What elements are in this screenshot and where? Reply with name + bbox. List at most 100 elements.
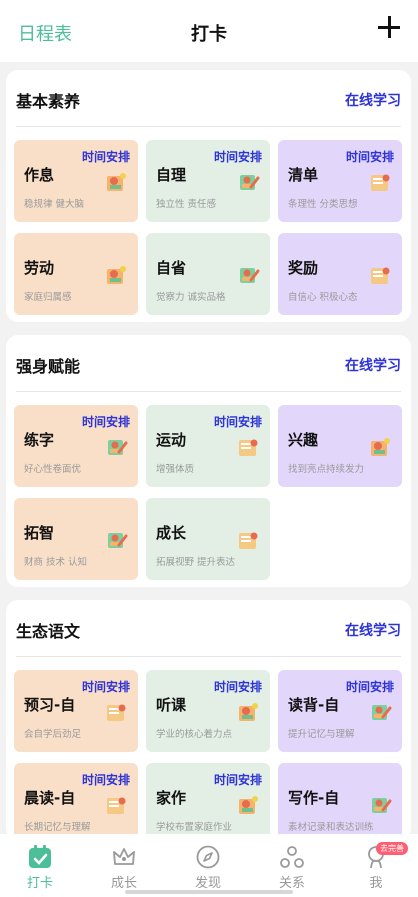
card-title: 劳动 — [24, 259, 55, 277]
online-learning-link[interactable]: 在线学习 — [345, 90, 401, 110]
habit-card[interactable]: 时间安排 听课 学业的核心着力点 — [146, 670, 270, 752]
schedule-tag[interactable]: 时间安排 — [214, 148, 262, 165]
schedule-tag[interactable]: 时间安排 — [214, 771, 262, 788]
card-description: 会自学后劲足 — [24, 729, 82, 740]
section-header: 生态语文 在线学习 — [6, 600, 411, 657]
card-title: 兴趣 — [288, 431, 319, 449]
tab-2[interactable]: 发现 — [178, 834, 238, 897]
tab-1[interactable]: 成长 — [94, 834, 154, 897]
home-indicator — [125, 890, 293, 894]
complete-profile-badge: 去完善 — [376, 842, 408, 855]
avatar-calendar-icon — [104, 263, 128, 287]
card-title: 奖励 — [288, 259, 319, 277]
section-title: 生态语文 — [16, 622, 81, 641]
tab-label: 关系 — [278, 876, 305, 891]
pencil-note-icon — [236, 170, 260, 194]
schedule-tag[interactable]: 时间安排 — [346, 148, 394, 165]
crown-icon — [111, 844, 137, 870]
tab-0[interactable]: 打卡 — [10, 834, 70, 897]
habit-card[interactable]: 时间安排 晨读-自长期记忆与理解 — [14, 763, 138, 845]
habit-card[interactable]: 拓智财商 技术 认知 — [14, 498, 138, 580]
habit-card[interactable]: 时间安排 读背-自提升记忆与理解 — [278, 670, 402, 752]
habit-card[interactable]: 劳动 家庭归属感 — [14, 233, 138, 315]
schedule-tag[interactable]: 时间安排 — [214, 678, 262, 695]
card-description: 增强体质 — [156, 464, 195, 475]
habit-card[interactable]: 兴趣找到亮点持续发力 — [278, 405, 402, 487]
card-description: 财商 技术 认知 — [24, 557, 88, 568]
section-body-empowerment: 强身赋能 在线学习 时间安排 练字 好心性卷面优 时间安排 运动 增强体质 兴趣 找到亮点持续… — [6, 335, 411, 587]
bottom-tab-bar: 打卡 成长 发现 关系 我 去完善 — [0, 834, 418, 897]
habit-card[interactable]: 时间安排 作息 稳规律 健大脑 — [14, 140, 138, 222]
card-description: 提升记忆与理解 — [288, 729, 355, 740]
card-title: 拓智 — [24, 524, 55, 542]
habit-card[interactable]: 自省觉察力 诚实品格 — [146, 233, 270, 315]
card-title: 清单 — [288, 166, 319, 184]
calendar-check-icon — [27, 844, 53, 870]
schedule-tag[interactable]: 时间安排 — [82, 678, 130, 695]
habit-card[interactable]: 时间安排运动增强体质 — [146, 405, 270, 487]
habit-card[interactable]: 时间安排 预习-自会自学后劲足 — [14, 670, 138, 752]
section-basic-literacy: 基本素养 在线学习 时间安排 作息 稳规律 健大脑 时间安排 自理 独立性 责任感 时间安排… — [6, 70, 411, 322]
pencil-note-icon — [236, 263, 260, 287]
card-description: 学校布置家庭作业 — [156, 822, 233, 833]
section-title: 基本素养 — [16, 92, 81, 111]
tab-label: 我 — [369, 876, 383, 891]
card-title: 成长 — [156, 524, 187, 542]
pencil-note-icon — [236, 700, 260, 724]
tab-label: 成长 — [110, 876, 137, 891]
avatar-calendar-icon — [104, 435, 128, 459]
avatar-calendar-icon — [104, 528, 128, 552]
card-description: 条理性 分类思想 — [288, 199, 358, 210]
avatar-calendar-icon — [104, 700, 128, 724]
top-nav-bar: 日程表 打卡 — [0, 0, 418, 62]
plus-icon[interactable] — [376, 14, 402, 40]
card-title: 读背-自 — [288, 696, 340, 714]
habit-card[interactable]: 时间安排 练字 好心性卷面优 — [14, 405, 138, 487]
schedule-tag[interactable]: 时间安排 — [82, 413, 130, 430]
avatar-calendar-icon — [104, 793, 128, 817]
card-description: 长期记忆与理解 — [24, 822, 91, 833]
card-description: 素材记录和表达训练 — [288, 822, 374, 833]
card-title: 预习-自 — [24, 696, 76, 714]
card-title: 自理 — [156, 166, 187, 184]
divider — [16, 391, 401, 392]
section-eco-chinese: 生态语文 在线学习 时间安排 预习-自 会自学后劲足 时间安排 听课 学业的核心着力点 时间… — [6, 600, 411, 845]
pencil-note-icon — [236, 435, 260, 459]
schedule-tag[interactable]: 时间安排 — [346, 678, 394, 695]
tab-label: 打卡 — [26, 876, 53, 891]
schedule-tag[interactable]: 时间安排 — [82, 148, 130, 165]
network-icon — [279, 844, 305, 870]
checklist-icon — [368, 170, 392, 194]
card-title: 晨读-自 — [24, 789, 76, 807]
habit-card[interactable]: 时间安排自理独立性 责任感 — [146, 140, 270, 222]
habit-card[interactable]: 时间安排清单条理性 分类思想 — [278, 140, 402, 222]
card-title: 听课 — [156, 696, 187, 714]
online-learning-link[interactable]: 在线学习 — [345, 620, 401, 640]
habit-card[interactable]: 奖励自信心 积极心态 — [278, 233, 402, 315]
tab-4[interactable]: 我 去完善 — [346, 834, 408, 897]
section-header: 基本素养 在线学习 — [6, 70, 411, 127]
habit-card[interactable]: 时间安排 家作 学校布置家庭作业 — [146, 763, 270, 845]
schedule-tag[interactable]: 时间安排 — [214, 413, 262, 430]
compass-icon — [195, 844, 221, 870]
card-description: 拓展视野 提升表达 — [156, 557, 236, 568]
habit-card[interactable]: 写作-自 素材记录和表达训练 — [278, 763, 402, 845]
checklist-icon — [368, 793, 392, 817]
card-description: 自信心 积极心态 — [288, 292, 358, 303]
card-title: 运动 — [156, 431, 187, 449]
pencil-note-icon — [236, 528, 260, 552]
checklist-icon — [368, 263, 392, 287]
section-header: 强身赋能 在线学习 — [6, 335, 411, 392]
schedule-tag[interactable]: 时间安排 — [82, 771, 130, 788]
card-description: 家庭归属感 — [24, 292, 72, 303]
page-title: 打卡 — [191, 24, 227, 45]
habit-card[interactable]: 成长拓展视野 提升表达 — [146, 498, 270, 580]
tab-3[interactable]: 关系 — [262, 834, 322, 897]
card-description: 找到亮点持续发力 — [288, 464, 365, 475]
card-title: 作息 — [24, 166, 55, 184]
card-title: 自省 — [156, 259, 187, 277]
card-description: 独立性 责任感 — [156, 199, 217, 210]
divider — [16, 656, 401, 657]
online-learning-link[interactable]: 在线学习 — [345, 355, 401, 375]
card-description: 觉察力 诚实品格 — [156, 292, 226, 303]
